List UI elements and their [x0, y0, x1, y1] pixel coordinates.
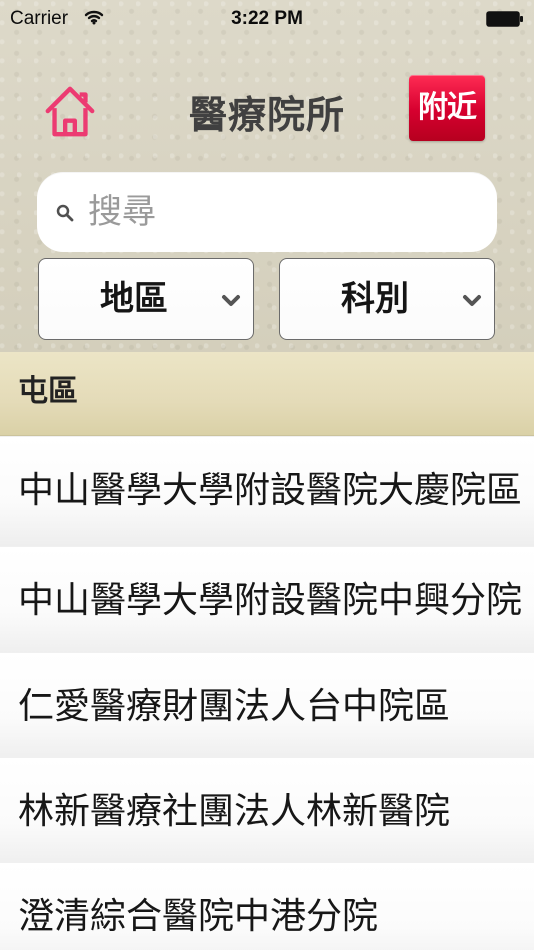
specialty-filter-button[interactable]: 科別 — [279, 258, 495, 340]
top-navigation-area: Carrier 3:22 PM 醫療院所 附近 搜尋 地區 科別 — [0, 0, 534, 352]
hospital-list: 中山醫學大學附設醫院大慶院區 中山醫學大學附設醫院中興分院 仁愛醫療財團法人台中… — [0, 436, 534, 950]
section-header: 屯區 — [0, 352, 534, 436]
hospital-name: 仁愛醫療財團法人台中院區 — [18, 686, 451, 727]
hospital-list-item[interactable]: 中山醫學大學附設醫院中興分院 — [0, 546, 534, 656]
specialty-filter-label: 科別 — [341, 279, 409, 319]
section-title: 屯區 — [18, 374, 78, 409]
nearby-button[interactable]: 附近 — [409, 75, 485, 141]
hospital-name: 中山醫學大學附設醫院中興分院 — [18, 580, 523, 621]
search-input[interactable] — [88, 187, 468, 237]
hospital-list-item[interactable]: 澄清綜合醫院中港分院 — [0, 862, 534, 950]
hospital-name: 澄清綜合醫院中港分院 — [18, 896, 379, 937]
hospital-list-item[interactable]: 林新醫療社團法人林新醫院 — [0, 757, 534, 867]
district-filter-label: 地區 — [100, 279, 168, 319]
district-filter-button[interactable]: 地區 — [38, 258, 254, 340]
hospital-list-screen: Carrier 3:22 PM 醫療院所 附近 搜尋 地區 科別 屯區 中山醫學… — [0, 0, 534, 950]
battery-icon — [486, 11, 523, 27]
status-bar: Carrier 3:22 PM — [0, 0, 534, 38]
chevron-down-icon — [222, 295, 240, 306]
search-icon — [56, 204, 74, 222]
status-time: 3:22 PM — [231, 8, 303, 29]
hospital-list-item[interactable]: 仁愛醫療財團法人台中院區 — [0, 652, 534, 762]
hospital-name: 中山醫學大學附設醫院大慶院區 — [18, 470, 523, 511]
chevron-down-icon — [463, 295, 481, 306]
hospital-list-item[interactable]: 中山醫學大學附設醫院大慶院區 — [0, 436, 534, 546]
hospital-name: 林新醫療社團法人林新醫院 — [18, 791, 451, 832]
